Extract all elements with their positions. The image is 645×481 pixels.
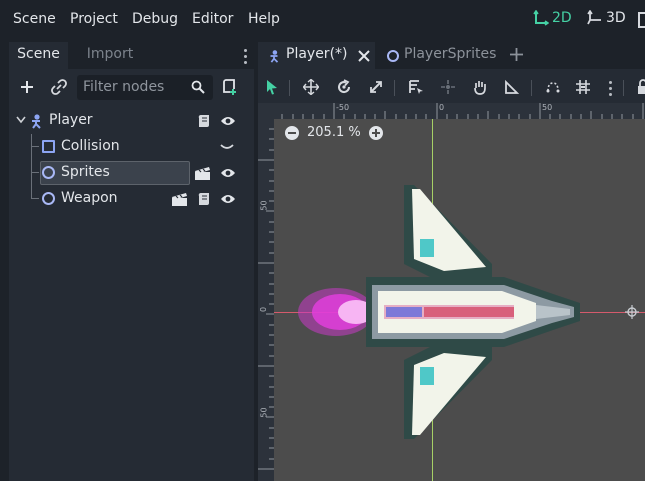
clapperboard-icon[interactable] (171, 192, 188, 207)
toolbar-separator (531, 80, 532, 96)
tree-item-label: Player (49, 112, 93, 128)
vertical-ruler-ticks (258, 128, 274, 470)
node2d-icon (42, 166, 55, 179)
canvas-toolbar (258, 72, 645, 102)
ruler-tool-icon[interactable] (504, 79, 520, 95)
tree-item-weapon[interactable]: Weapon (9, 186, 254, 212)
visibility-icon[interactable] (220, 193, 236, 205)
filter-nodes-field[interactable] (77, 75, 213, 100)
add-node-button[interactable] (16, 76, 38, 98)
origin-marker-icon (625, 305, 639, 319)
viewport-2d[interactable]: -50 0 50 50 0 50 205.1 % (258, 103, 645, 481)
tab-player-sprites[interactable]: PlayerSprites (383, 42, 501, 69)
scene-tabs: Player(*) PlayerSprites (258, 42, 645, 69)
tree-item-collision[interactable]: Collision (9, 134, 254, 160)
editor-panel: Player(*) PlayerSprites -50 0 50 50 0 50… (258, 42, 645, 481)
grid-snap-icon[interactable] (575, 79, 591, 95)
scale-tool-icon[interactable] (368, 79, 384, 95)
ruler-label: 50 (542, 103, 553, 112)
toolbar-separator (394, 80, 395, 96)
menu-editor[interactable]: Editor (192, 11, 233, 27)
node2d-icon (42, 192, 55, 205)
close-icon[interactable] (357, 50, 370, 62)
script-icon[interactable] (197, 114, 211, 129)
ruler-label: 50 (259, 407, 269, 418)
hidden-eye-icon[interactable] (220, 144, 234, 152)
tree-item-label: Weapon (61, 190, 118, 206)
select-tool-icon[interactable] (265, 79, 279, 95)
zoom-in-button[interactable] (368, 125, 383, 140)
mode-3d-button[interactable]: 3D (587, 10, 626, 26)
mode-2d-label: 2D (552, 10, 572, 26)
tab-scene[interactable]: Scene (9, 42, 68, 69)
tree-item-sprites[interactable]: Sprites (9, 160, 254, 186)
ruler-corner (258, 103, 274, 119)
tab-player-scene[interactable]: Player(*) (258, 42, 375, 69)
menu-scene[interactable]: Scene (13, 11, 56, 27)
horizontal-ruler[interactable]: -50 0 50 (274, 103, 645, 119)
ruler-label: 50 (259, 200, 269, 211)
add-icon (21, 81, 33, 93)
ruler-label: 0 (439, 103, 445, 112)
smart-snap-icon[interactable] (545, 79, 561, 95)
ruler-label: -50 (336, 103, 350, 112)
clapperboard-icon[interactable] (194, 166, 211, 181)
toolbar-separator (623, 80, 624, 96)
menu-project[interactable]: Project (70, 11, 118, 27)
snap-options-icon[interactable] (609, 81, 612, 99)
instance-scene-button[interactable] (48, 76, 70, 98)
scene-dock: Scene Import Filter nodes Player Collisi… (9, 42, 254, 481)
dock-menu-icon[interactable] (244, 49, 247, 67)
tab-label: Player(*) (286, 46, 348, 62)
visibility-icon[interactable] (220, 167, 236, 179)
zoom-widget: 205.1 % (285, 125, 383, 140)
tree-item-player[interactable]: Player (9, 108, 254, 134)
toolbar-separator (289, 80, 290, 96)
scene-dock-tabs: Scene Import (9, 42, 254, 69)
mode-3d-label: 3D (606, 10, 626, 26)
filter-nodes-input[interactable] (83, 78, 183, 96)
3d-mode-icon (587, 10, 601, 25)
script-mode-icon[interactable] (638, 12, 645, 28)
pivot-tool-icon[interactable] (440, 79, 456, 95)
mode-2d-button[interactable]: 2D (533, 10, 572, 26)
script-add-icon (223, 79, 236, 95)
horizontal-ruler-ticks (281, 103, 644, 119)
menu-help[interactable]: Help (248, 11, 280, 27)
godot-editor-window: Scene Project Debug Editor Help 2D 3D Sc… (0, 0, 645, 481)
tree-item-label: Sprites (61, 164, 110, 180)
search-icon (191, 80, 205, 94)
ruler-label: 0 (259, 306, 269, 313)
spaceship-sprite[interactable] (274, 119, 645, 481)
scene-toolbar (9, 72, 254, 102)
node2d-icon (387, 50, 399, 62)
menu-bar: Scene Project Debug Editor Help 2D 3D (0, 0, 645, 40)
chevron-down-icon[interactable] (16, 116, 26, 124)
attach-script-button[interactable] (219, 76, 241, 98)
character-icon (32, 114, 41, 129)
tab-import[interactable]: Import (75, 42, 145, 69)
add-tab-icon[interactable] (509, 47, 524, 62)
tab-label: PlayerSprites (404, 46, 497, 62)
rotate-tool-icon[interactable] (336, 79, 352, 95)
character-icon (270, 50, 279, 63)
vertical-ruler[interactable]: 50 0 50 (258, 119, 274, 481)
script-icon[interactable] (197, 192, 211, 207)
pan-tool-icon[interactable] (472, 79, 488, 95)
tree-item-label: Collision (61, 138, 120, 154)
collision-shape-icon (42, 140, 55, 153)
visibility-icon[interactable] (220, 115, 236, 127)
lock-icon[interactable] (637, 79, 645, 95)
2d-mode-icon (533, 10, 549, 26)
menu-debug[interactable]: Debug (132, 11, 178, 27)
list-select-icon[interactable] (408, 79, 424, 95)
zoom-level[interactable]: 205.1 % (307, 125, 361, 140)
move-tool-icon[interactable] (303, 79, 319, 95)
canvas-area[interactable]: 205.1 % (274, 119, 645, 481)
zoom-out-button[interactable] (285, 125, 299, 140)
link-icon (51, 79, 67, 95)
